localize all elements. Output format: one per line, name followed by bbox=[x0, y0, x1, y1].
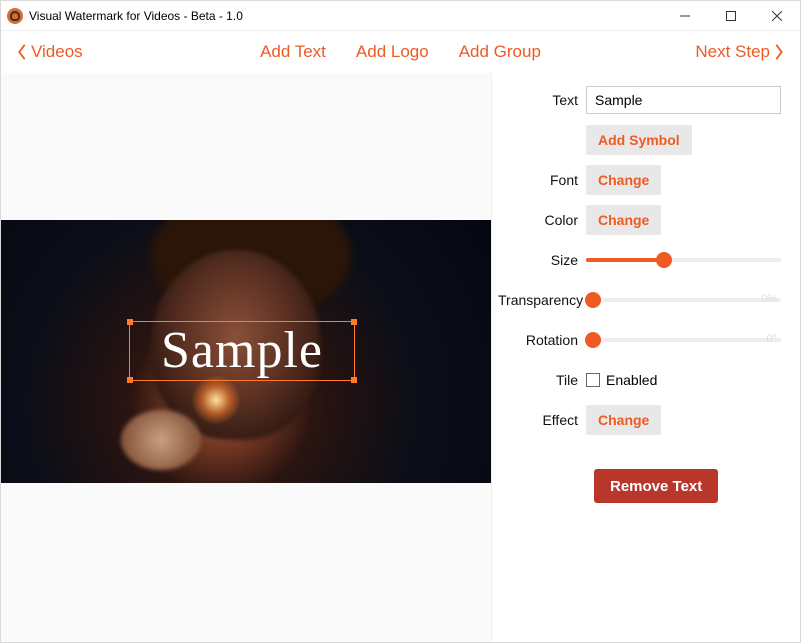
tile-checkbox[interactable] bbox=[586, 373, 600, 387]
next-label: Next Step bbox=[695, 42, 770, 62]
titlebar: Visual Watermark for Videos - Beta - 1.0 bbox=[1, 1, 800, 31]
window-title: Visual Watermark for Videos - Beta - 1.0 bbox=[29, 9, 243, 23]
row-text: Text bbox=[498, 85, 786, 115]
label-color: Color bbox=[498, 212, 586, 228]
row-size: Size bbox=[498, 245, 786, 275]
label-size: Size bbox=[498, 252, 586, 268]
label-rotation: Rotation bbox=[498, 332, 586, 348]
transparency-slider[interactable]: 0% bbox=[586, 290, 781, 310]
row-tile: Tile Enabled bbox=[498, 365, 786, 395]
close-button[interactable] bbox=[754, 1, 800, 31]
chevron-right-icon bbox=[772, 43, 786, 61]
properties-panel: Text Add Symbol Font Change Color Change… bbox=[491, 73, 800, 642]
window-controls bbox=[662, 1, 800, 31]
app-icon bbox=[7, 8, 23, 24]
handle-se[interactable] bbox=[351, 377, 357, 383]
slider-thumb[interactable] bbox=[585, 332, 601, 348]
illustration-hand bbox=[121, 410, 201, 470]
chevron-left-icon bbox=[15, 43, 29, 61]
rotation-value: 0° bbox=[766, 333, 777, 345]
preview-pane: Sample bbox=[1, 73, 491, 642]
rotation-slider[interactable]: 0° bbox=[586, 330, 781, 350]
row-color: Color Change bbox=[498, 205, 786, 235]
size-slider[interactable] bbox=[586, 250, 781, 270]
handle-sw[interactable] bbox=[127, 377, 133, 383]
text-input[interactable] bbox=[586, 86, 781, 114]
add-group-button[interactable]: Add Group bbox=[459, 42, 541, 62]
label-effect: Effect bbox=[498, 412, 586, 428]
next-step-button[interactable]: Next Step bbox=[695, 42, 786, 62]
slider-fill bbox=[586, 258, 664, 262]
illustration-glow bbox=[191, 375, 241, 425]
watermark-selection[interactable]: Sample bbox=[129, 321, 355, 381]
handle-nw[interactable] bbox=[127, 319, 133, 325]
row-effect: Effect Change bbox=[498, 405, 786, 435]
add-text-button[interactable]: Add Text bbox=[260, 42, 326, 62]
minimize-button[interactable] bbox=[662, 1, 708, 31]
change-font-button[interactable]: Change bbox=[586, 165, 661, 195]
slider-thumb[interactable] bbox=[656, 252, 672, 268]
label-tile: Tile bbox=[498, 372, 586, 388]
transparency-value: 0% bbox=[761, 293, 777, 305]
content-area: Sample Text Add Symbol Font Change bbox=[1, 73, 800, 642]
tile-checkbox-label: Enabled bbox=[606, 372, 657, 388]
label-text: Text bbox=[498, 92, 586, 108]
handle-ne[interactable] bbox=[351, 319, 357, 325]
add-symbol-button[interactable]: Add Symbol bbox=[586, 125, 692, 155]
label-font: Font bbox=[498, 172, 586, 188]
row-add-symbol: Add Symbol bbox=[498, 125, 786, 155]
add-logo-button[interactable]: Add Logo bbox=[356, 42, 429, 62]
maximize-button[interactable] bbox=[708, 1, 754, 31]
slider-track bbox=[586, 338, 781, 342]
row-remove: Remove Text bbox=[498, 469, 786, 503]
slider-track bbox=[586, 298, 781, 302]
label-transparency: Transparency bbox=[498, 292, 586, 308]
video-frame[interactable]: Sample bbox=[1, 220, 491, 483]
change-color-button[interactable]: Change bbox=[586, 205, 661, 235]
row-rotation: Rotation 0° bbox=[498, 325, 786, 355]
row-font: Font Change bbox=[498, 165, 786, 195]
slider-thumb[interactable] bbox=[585, 292, 601, 308]
remove-text-button[interactable]: Remove Text bbox=[594, 469, 718, 503]
toolbar: Videos Add Text Add Logo Add Group Next … bbox=[1, 31, 800, 73]
back-button[interactable]: Videos bbox=[15, 42, 83, 62]
change-effect-button[interactable]: Change bbox=[586, 405, 661, 435]
back-label: Videos bbox=[31, 42, 83, 62]
app-window: Visual Watermark for Videos - Beta - 1.0… bbox=[0, 0, 801, 643]
row-transparency: Transparency 0% bbox=[498, 285, 786, 315]
watermark-text: Sample bbox=[161, 325, 323, 377]
